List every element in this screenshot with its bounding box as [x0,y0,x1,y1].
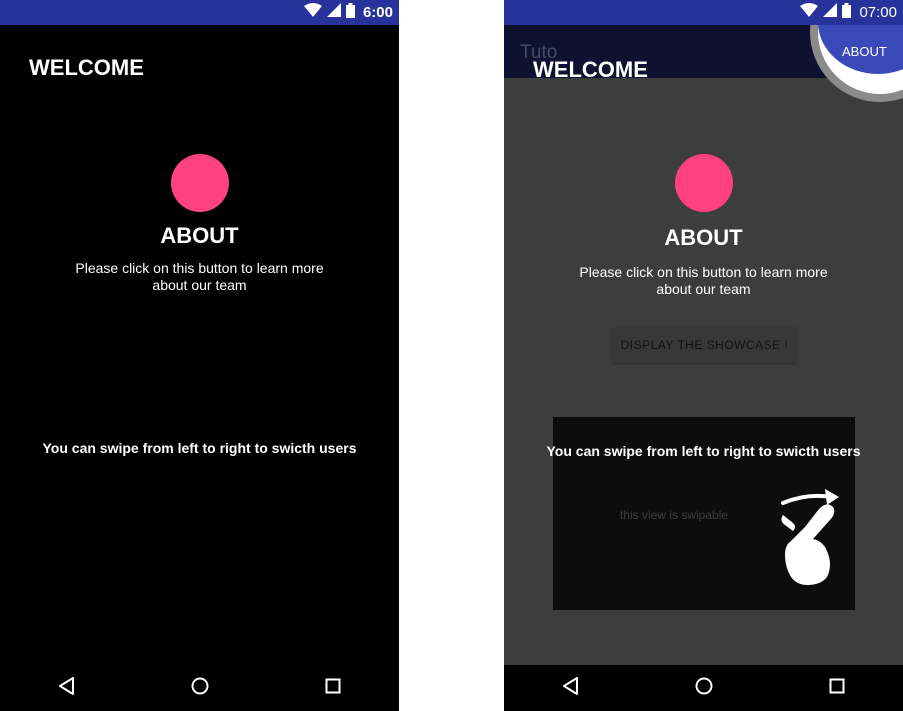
swipe-instruction: You can swipe from left to right to swic… [546,443,861,459]
swipe-hand-icon [777,487,849,592]
status-time: 07:00 [859,4,897,21]
swipe-instruction: You can swipe from left to right to swic… [42,440,357,456]
display-showcase-button[interactable]: DISPLAY THE SHOWCASE ! [613,327,796,363]
signal-icon [326,3,341,22]
nav-bar [504,665,903,711]
back-button[interactable] [551,668,591,708]
phone-screen-left: 6:00 WELCOME ABOUT Please click on this … [0,0,399,711]
recents-button[interactable] [313,668,353,708]
about-action-label: ABOUT [842,44,887,59]
back-icon [58,676,76,700]
about-title: ABOUT [160,223,239,248]
about-dot[interactable] [675,154,733,212]
status-bar: 07:00 [504,0,903,25]
battery-icon [345,2,355,23]
about-description: Please click on this button to learn mor… [579,264,828,297]
about-title: ABOUT [664,225,743,250]
welcome-title: WELCOME [533,57,648,82]
home-icon [191,677,209,700]
recents-icon [829,678,845,699]
status-time: 6:00 [362,4,393,21]
phone-screen-right: Tuto ABOUT 07:00 WELCOME ABOUT Please cl… [504,0,903,711]
status-bar: 6:00 [0,0,399,25]
recents-button[interactable] [817,668,857,708]
about-description: Please click on this button to learn mor… [75,260,324,293]
recents-icon [325,678,341,699]
wifi-icon [800,3,819,22]
battery-icon [842,2,852,23]
swipe-hint: this view is swipable [619,508,729,522]
back-button[interactable] [47,668,87,708]
signal-icon [823,3,838,22]
nav-bar [0,665,399,711]
home-icon [695,677,713,700]
back-icon [562,676,580,700]
home-button[interactable] [180,668,220,708]
home-button[interactable] [684,668,724,708]
welcome-title: WELCOME [29,55,144,80]
wifi-icon [303,3,322,22]
about-dot[interactable] [171,154,229,212]
